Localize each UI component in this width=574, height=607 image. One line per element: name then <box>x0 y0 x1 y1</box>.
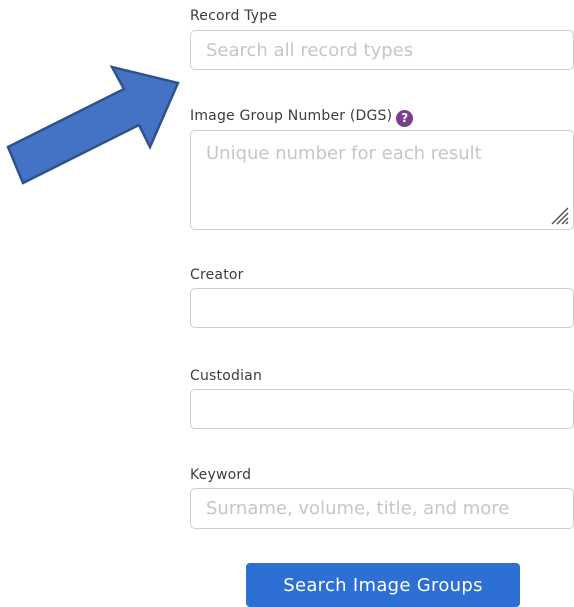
resize-grip-icon[interactable] <box>548 204 570 226</box>
custodian-label: Custodian <box>190 368 263 384</box>
keyword-label: Keyword <box>190 467 252 483</box>
help-icon[interactable]: ? <box>396 110 414 127</box>
image-group-number-label-row: Image Group Number (DGS)? <box>190 108 414 127</box>
keyword-input[interactable] <box>190 488 574 529</box>
record-type-input[interactable] <box>190 30 574 70</box>
creator-label: Creator <box>190 267 244 283</box>
creator-input[interactable] <box>190 288 574 328</box>
search-image-groups-button[interactable]: Search Image Groups <box>246 563 520 607</box>
image-group-number-wrapper <box>190 130 574 230</box>
annotation-arrow-icon <box>6 65 180 185</box>
custodian-input[interactable] <box>190 389 574 429</box>
image-group-number-label: Image Group Number (DGS) <box>190 108 393 124</box>
image-group-number-textarea[interactable] <box>190 130 574 230</box>
record-type-label: Record Type <box>190 8 278 24</box>
